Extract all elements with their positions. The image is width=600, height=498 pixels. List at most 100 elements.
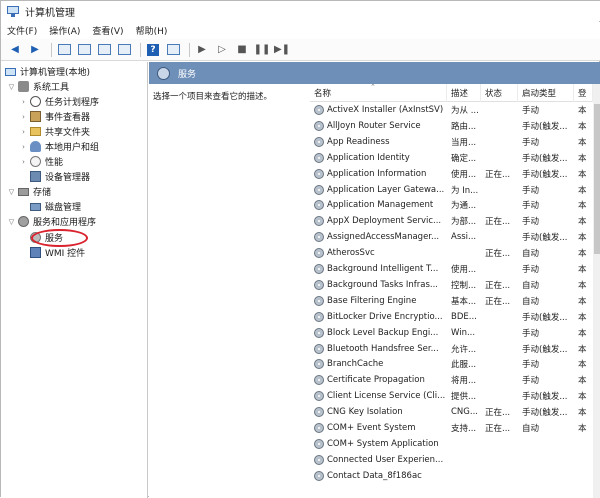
menu-file[interactable]: 文件(F)	[7, 24, 37, 37]
service-name: Application Management	[310, 197, 447, 213]
service-description: 为 In...	[447, 182, 481, 198]
chevron-down-icon[interactable]: ▽	[7, 188, 16, 196]
table-row[interactable]: AtherosSvc 正在... 自动 本	[310, 245, 600, 261]
tree-item-performance[interactable]: › 性能	[19, 154, 63, 169]
service-name: AtherosSvc	[310, 245, 447, 261]
service-description: 为从 ...	[447, 102, 481, 118]
tree-item-system-tools[interactable]: ▽ 系统工具	[7, 79, 69, 94]
start-service-alt-icon[interactable]: ▷	[214, 42, 230, 58]
start-service-icon[interactable]: ▶	[194, 42, 210, 58]
chevron-down-icon[interactable]: ▽	[7, 218, 16, 226]
properties-icon[interactable]	[165, 42, 181, 58]
column-header-status[interactable]: 状态	[481, 84, 518, 102]
table-row[interactable]: Application Information 使用... 正在... 手动(触发..…	[310, 166, 600, 182]
tree-root[interactable]: 计算机管理(本地)	[5, 64, 90, 79]
service-startup-type: 手动(触发...	[518, 150, 574, 166]
tree-item-label: WMI 控件	[45, 249, 86, 259]
chevron-right-icon[interactable]: ›	[19, 113, 28, 121]
service-description: 提供...	[447, 388, 481, 404]
scrollbar-thumb[interactable]	[594, 104, 600, 254]
restart-service-icon[interactable]: ▶❚	[274, 42, 290, 58]
back-arrow-icon[interactable]: ◀	[7, 42, 23, 58]
chevron-right-icon[interactable]: ›	[19, 98, 28, 106]
menu-view[interactable]: 查看(V)	[92, 24, 123, 37]
table-row[interactable]: Application Management 为通... 手动 本	[310, 197, 600, 213]
column-header-name[interactable]: 名称 ⌃	[310, 84, 447, 102]
forward-arrow-icon[interactable]: ▶	[27, 42, 43, 58]
tree-item-task-scheduler[interactable]: › 任务计划程序	[19, 94, 99, 109]
vertical-scrollbar[interactable]	[593, 84, 600, 498]
service-name: Client License Service (Cli...	[310, 388, 447, 404]
service-name-text: Application Identity	[327, 152, 410, 163]
table-row[interactable]: Background Tasks Infras... 控制... 正在... 自动 本	[310, 277, 600, 293]
table-row[interactable]: App Readiness 当用... 手动 本	[310, 134, 600, 150]
table-row[interactable]: COM+ Event System 支持... 正在... 自动 本	[310, 420, 600, 436]
show-hide-tree-icon[interactable]	[76, 42, 92, 58]
table-row[interactable]: COM+ System Application	[310, 436, 600, 452]
service-description-text: Assi...	[451, 232, 477, 243]
service-logon	[574, 436, 593, 452]
tree-item-disk-management[interactable]: 磁盘管理	[30, 199, 81, 214]
service-description-text: 确定...	[451, 153, 477, 164]
service-logon-text: 本	[578, 153, 587, 164]
export-list-icon[interactable]	[96, 42, 112, 58]
menu-help[interactable]: 帮助(H)	[136, 24, 168, 37]
tree-item-wmi[interactable]: WMI 控件	[30, 245, 85, 260]
column-header-description[interactable]: 描述	[447, 84, 481, 102]
chevron-down-icon[interactable]: ▽	[7, 83, 16, 91]
tree-item-storage[interactable]: ▽ 存储	[7, 184, 51, 199]
table-row[interactable]: Contact Data_8f186ac	[310, 468, 600, 484]
chevron-right-icon[interactable]: ›	[19, 143, 28, 151]
service-logon-text: 本	[578, 217, 587, 228]
tree-item-device-manager[interactable]: 设备管理器	[30, 169, 90, 184]
service-gear-icon	[314, 454, 324, 465]
up-folder-icon[interactable]	[56, 42, 72, 58]
pause-service-icon[interactable]: ❚❚	[254, 42, 271, 58]
column-header-logon[interactable]: 登	[574, 84, 593, 102]
service-name-text: CNG Key Isolation	[327, 407, 403, 418]
service-name: BitLocker Drive Encryptio...	[310, 309, 447, 325]
menu-action[interactable]: 操作(A)	[49, 24, 80, 37]
column-label: 名称	[314, 89, 332, 99]
chevron-right-icon[interactable]: ›	[19, 128, 28, 136]
table-row[interactable]: CNG Key Isolation CNG... 正在... 手动(触发... 本	[310, 404, 600, 420]
table-row[interactable]: AssignedAccessManager... Assi... 手动(触发... 本	[310, 229, 600, 245]
tree-item-services-apps[interactable]: ▽ 服务和应用程序	[7, 214, 96, 229]
table-row[interactable]: Base Filtering Engine 基本... 正在... 自动 本	[310, 293, 600, 309]
service-startup-type: 手动(触发...	[518, 341, 574, 357]
service-startup-type: 手动	[518, 261, 574, 277]
table-row[interactable]: Background Intelligent T... 使用... 手动 本	[310, 261, 600, 277]
table-row[interactable]: ActiveX Installer (AxInstSV) 为从 ... 手动 本	[310, 102, 600, 118]
table-row[interactable]: Application Identity 确定... 手动(触发... 本	[310, 150, 600, 166]
table-row[interactable]: Bluetooth Handsfree Ser... 允许... 手动(触发... 本	[310, 341, 600, 357]
table-row[interactable]: Client License Service (Cli... 提供... 手动(触发…	[310, 388, 600, 404]
services-apps-icon	[18, 216, 29, 227]
tree-item-event-viewer[interactable]: › 事件查看器	[19, 109, 90, 124]
tree-item-shared-folders[interactable]: › 共享文件夹	[19, 124, 90, 139]
table-row[interactable]: Connected User Experien...	[310, 452, 600, 468]
service-description-text: 支持...	[451, 424, 477, 434]
stop-service-icon[interactable]: ■	[234, 42, 250, 58]
tree-item-local-users[interactable]: › 本地用户和组	[19, 139, 99, 154]
column-header-startup-type[interactable]: 启动类型	[518, 84, 574, 102]
table-row[interactable]: Certificate Propagation 将用... 手动 本	[310, 372, 600, 388]
service-logon: 本	[574, 420, 593, 436]
service-startup-type: 手动	[518, 372, 574, 388]
service-status	[481, 356, 518, 372]
table-row[interactable]: Application Layer Gatewa... 为 In... 手动 本	[310, 182, 600, 198]
help-icon[interactable]: ?	[145, 42, 161, 58]
service-startup-type-text: 手动	[522, 185, 540, 196]
refresh-icon[interactable]	[116, 42, 132, 58]
table-row[interactable]: AllJoyn Router Service 路由... 手动(触发... 本	[310, 118, 600, 134]
table-row[interactable]: Block Level Backup Engi... Win... 手动 本	[310, 325, 600, 341]
service-description	[447, 468, 481, 484]
table-row[interactable]: BranchCache 此服... 手动 本	[310, 356, 600, 372]
service-gear-icon	[314, 168, 324, 179]
table-row[interactable]: BitLocker Drive Encryptio... BDE... 手动(触发.…	[310, 309, 600, 325]
service-description-text: 使用...	[451, 265, 477, 275]
storage-icon	[18, 187, 29, 196]
service-gear-icon	[314, 343, 324, 354]
table-row[interactable]: AppX Deployment Servic... 为部... 正在... 手动 本	[310, 213, 600, 229]
service-name: COM+ Event System	[310, 420, 447, 436]
chevron-right-icon[interactable]: ›	[19, 158, 28, 166]
